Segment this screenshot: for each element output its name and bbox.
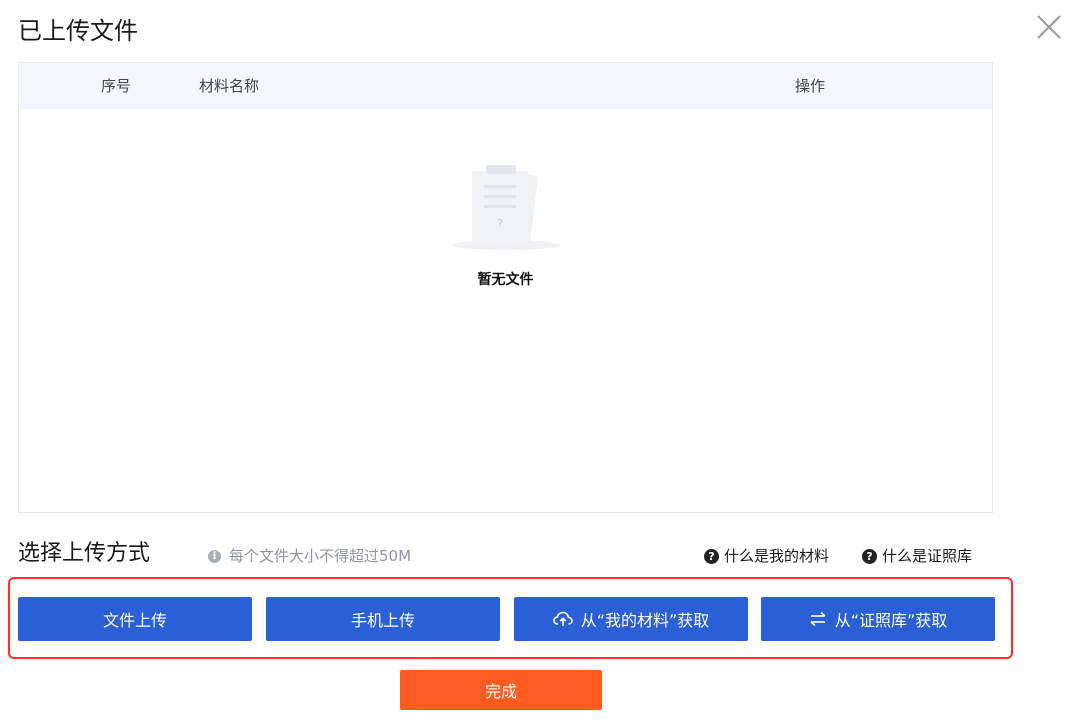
svg-text:?: ? [497, 217, 503, 230]
get-from-my-materials-button-label: 从“我的材料”获取 [580, 611, 710, 630]
mobile-upload-button-label: 手机上传 [350, 611, 415, 630]
get-from-my-materials-button[interactable]: 从“我的材料”获取 [514, 597, 748, 641]
question-icon: ? [704, 548, 719, 564]
question-icon: ? [862, 548, 877, 564]
swap-arrows-icon [810, 611, 826, 627]
uploaded-files-table: 序号 材料名称 操作 ? 暂无文件 [18, 62, 993, 513]
dialog-title: 已上传文件 [18, 17, 138, 45]
file-upload-button-label: 文件上传 [102, 611, 167, 630]
get-from-license-library-button[interactable]: 从“证照库”获取 [761, 597, 995, 641]
column-header-actions: 操作 [795, 77, 826, 95]
help-link-my-materials[interactable]: ? 什么是我的材料 [704, 546, 829, 566]
help-link-my-materials-label: 什么是我的材料 [724, 547, 830, 565]
empty-state: ? 暂无文件 [19, 163, 992, 289]
get-from-license-library-button-label: 从“证照库”获取 [834, 611, 948, 630]
size-hint: i 每个文件大小不得超过50M [208, 546, 411, 566]
close-icon[interactable] [1034, 12, 1064, 42]
column-header-index: 序号 [101, 77, 132, 95]
help-link-license-library[interactable]: ? 什么是证照库 [862, 546, 972, 566]
info-icon: i [208, 549, 221, 563]
done-button[interactable]: 完成 [400, 670, 602, 710]
empty-state-text: 暂无文件 [477, 272, 534, 288]
file-upload-button[interactable]: 文件上传 [18, 597, 252, 641]
empty-document-icon: ? [451, 165, 560, 250]
help-link-license-library-label: 什么是证照库 [882, 547, 973, 565]
mobile-upload-button[interactable]: 手机上传 [266, 597, 500, 641]
table-header: 序号 材料名称 操作 [19, 63, 992, 109]
cloud-upload-icon [552, 611, 573, 626]
column-header-material-name: 材料名称 [199, 77, 260, 95]
size-hint-text: 每个文件大小不得超过50M [229, 547, 412, 565]
upload-dialog: 已上传文件 序号 材料名称 操作 ? 暂无文件 选择上传方式 i 每个文件大小不… [0, 0, 1080, 724]
upload-method-title: 选择上传方式 [18, 541, 151, 566]
